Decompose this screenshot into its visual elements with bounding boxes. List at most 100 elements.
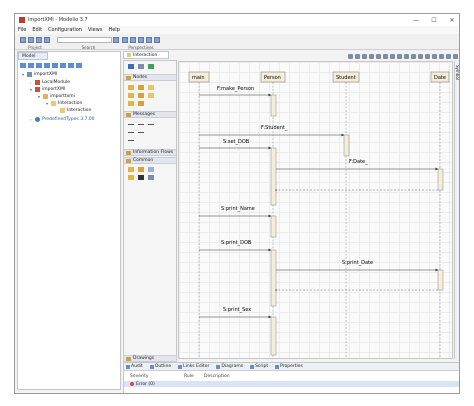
tab-outline[interactable]: Outline bbox=[148, 364, 171, 369]
message-student[interactable]: F:Student_ bbox=[199, 125, 345, 137]
zoom-tool-icon[interactable] bbox=[148, 64, 154, 69]
maximize-button[interactable]: ☐ bbox=[425, 14, 443, 26]
add-element-icon[interactable] bbox=[60, 62, 66, 68]
return-message-tool-icon[interactable] bbox=[148, 124, 154, 125]
font-icon[interactable] bbox=[432, 54, 437, 59]
lifeline-date[interactable]: Date bbox=[430, 71, 450, 359]
perspective-table-icon[interactable] bbox=[154, 36, 160, 43]
line-style-icon[interactable] bbox=[446, 54, 451, 59]
save-icon[interactable] bbox=[36, 36, 42, 43]
palette-section-common[interactable]: Common bbox=[124, 157, 176, 164]
sync-message-tool-icon[interactable] bbox=[128, 124, 134, 125]
column-rule[interactable]: Rule bbox=[184, 374, 204, 380]
palette-section-messages[interactable]: Messages bbox=[124, 111, 176, 118]
close-button[interactable]: ✕ bbox=[443, 14, 459, 26]
back-arrow-icon[interactable] bbox=[20, 62, 26, 68]
message-date[interactable]: F:Date_ bbox=[276, 159, 439, 171]
view-menu-icon[interactable] bbox=[76, 62, 82, 68]
export-image-icon[interactable] bbox=[383, 54, 388, 59]
tree-item-interaction[interactable]: ▾ Interaction bbox=[46, 101, 82, 106]
new-project-icon[interactable] bbox=[20, 36, 26, 43]
zoom-in-icon[interactable] bbox=[348, 54, 353, 59]
search-icon[interactable] bbox=[113, 36, 119, 43]
refresh-icon[interactable] bbox=[68, 62, 74, 68]
constraint-tool-icon[interactable] bbox=[138, 167, 144, 172]
tab-properties[interactable]: Properties bbox=[273, 364, 303, 369]
link-icon[interactable] bbox=[36, 62, 42, 68]
zoom-reset-icon[interactable] bbox=[369, 54, 374, 59]
collapse-arrow-icon[interactable]: › bbox=[30, 80, 34, 85]
zoom-out-icon[interactable] bbox=[355, 54, 360, 59]
filter-icon[interactable] bbox=[52, 62, 58, 68]
snap-icon[interactable] bbox=[404, 54, 409, 59]
activation-date-2[interactable] bbox=[437, 269, 444, 291]
activation-date-1[interactable] bbox=[437, 168, 444, 191]
lost-message-tool-icon[interactable] bbox=[128, 140, 134, 141]
tree-item-importxmi-model[interactable]: ▾ importXMI bbox=[30, 87, 65, 92]
menu-file[interactable]: File bbox=[18, 27, 26, 33]
message-print-name[interactable]: S:print_Name bbox=[199, 206, 272, 218]
tab-audit[interactable]: Audit bbox=[124, 364, 143, 369]
print-icon[interactable] bbox=[376, 54, 381, 59]
expand-arrow-icon[interactable]: ▾ bbox=[38, 94, 42, 99]
activation-person-printname[interactable] bbox=[270, 215, 277, 238]
activation-person-printdob[interactable] bbox=[270, 249, 277, 307]
tree-item-interaction-diagram[interactable]: Interaction bbox=[60, 108, 91, 113]
lifeline-tool-icon[interactable] bbox=[128, 85, 134, 90]
perspective-tree-icon[interactable] bbox=[138, 36, 144, 43]
destroy-message-tool-icon[interactable] bbox=[138, 132, 144, 133]
lifeline-main[interactable]: main bbox=[188, 71, 210, 359]
minimize-button[interactable]: — bbox=[407, 14, 425, 26]
menu-edit[interactable]: Edit bbox=[32, 27, 42, 33]
combined-fragment-tool-icon[interactable] bbox=[138, 85, 144, 90]
note-tool-icon[interactable] bbox=[128, 167, 134, 172]
message-print-date[interactable]: S:print_Date bbox=[276, 260, 439, 272]
layout-icon[interactable] bbox=[390, 54, 395, 59]
collapse-arrow-icon[interactable]: › bbox=[30, 117, 34, 122]
message-print-dob[interactable]: S:print_DOB bbox=[199, 240, 272, 252]
state-invariant-tool-icon[interactable] bbox=[138, 93, 144, 98]
interaction-diagram-tab[interactable]: Interaction bbox=[123, 51, 169, 59]
fragment-tool-icon[interactable] bbox=[128, 101, 134, 106]
view-options-icon[interactable] bbox=[453, 54, 458, 59]
link-tool-icon[interactable] bbox=[148, 175, 154, 180]
symbol-side-strip[interactable]: Symbol bbox=[454, 61, 459, 359]
menu-help[interactable]: Help bbox=[108, 27, 119, 33]
activation-student[interactable] bbox=[343, 134, 350, 157]
execution-tool-icon[interactable] bbox=[128, 93, 134, 98]
model-tab[interactable]: Model bbox=[18, 52, 48, 60]
expand-arrow-icon[interactable]: ▾ bbox=[30, 87, 34, 92]
tab-diagrams[interactable]: Diagrams bbox=[214, 364, 243, 369]
select-tool-icon[interactable] bbox=[128, 64, 134, 69]
column-severity[interactable]: Severity bbox=[124, 374, 184, 380]
format-icon[interactable] bbox=[425, 54, 430, 59]
palette-section-nodes[interactable]: Nodes bbox=[124, 74, 176, 81]
palette-section-drawings[interactable]: Drawings bbox=[123, 355, 177, 362]
undo-icon[interactable] bbox=[44, 36, 50, 43]
interaction-use-tool-icon[interactable] bbox=[148, 93, 154, 98]
gate-tool-icon[interactable] bbox=[148, 85, 154, 90]
marquee-tool-icon[interactable] bbox=[138, 64, 144, 69]
tab-script[interactable]: Script bbox=[248, 364, 268, 369]
palette-section-information-flows[interactable]: Information Flows bbox=[124, 149, 176, 156]
collapse-icon[interactable] bbox=[44, 62, 50, 68]
star-tool-icon[interactable] bbox=[138, 101, 144, 106]
search-input[interactable] bbox=[57, 36, 112, 43]
perspective-modeling-icon[interactable] bbox=[122, 36, 128, 43]
activation-person-printsex[interactable] bbox=[270, 316, 277, 356]
zoom-fit-icon[interactable] bbox=[362, 54, 367, 59]
async-message-tool-icon[interactable] bbox=[138, 124, 144, 125]
activation-person-setdob[interactable] bbox=[270, 147, 277, 206]
expand-arrow-icon[interactable]: ▾ bbox=[22, 72, 26, 77]
message-print-sex[interactable]: S:print_Sex bbox=[199, 307, 272, 319]
message-set-dob[interactable]: S:set_DOB bbox=[199, 139, 272, 150]
sequence-diagram-canvas[interactable]: main Person Student Date F:make_Person F… bbox=[178, 61, 453, 359]
open-project-icon[interactable] bbox=[28, 36, 34, 43]
tree-item-importxmi-project[interactable]: ▾ importXMI bbox=[22, 72, 57, 77]
activation-person-make[interactable] bbox=[270, 94, 277, 117]
document-tool-icon[interactable] bbox=[148, 167, 154, 172]
message-make-person[interactable]: F:make_Person bbox=[199, 86, 272, 97]
perspective-diagram-icon[interactable] bbox=[130, 36, 136, 43]
color-icon[interactable] bbox=[439, 54, 444, 59]
create-message-tool-icon[interactable] bbox=[128, 132, 134, 133]
